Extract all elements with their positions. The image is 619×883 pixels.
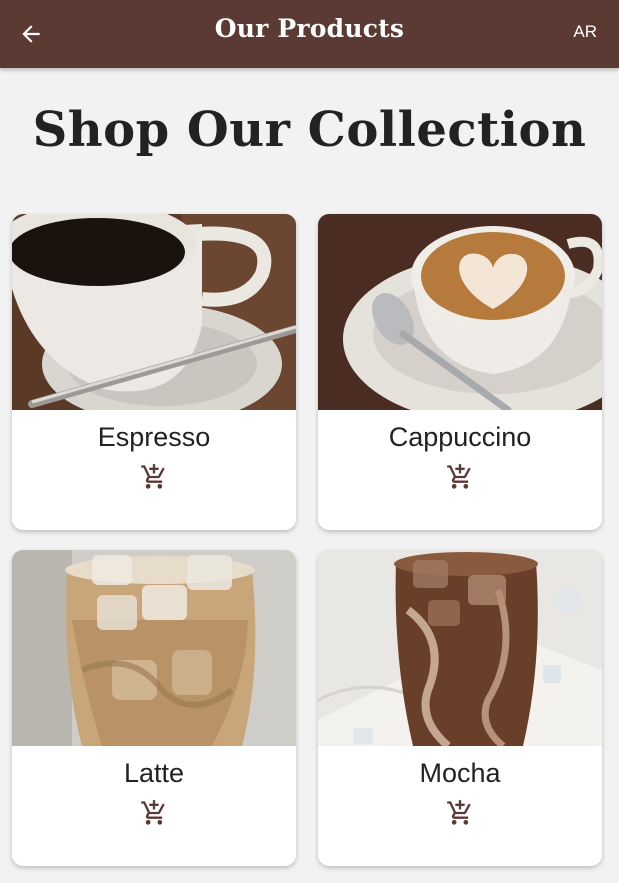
app-bar: Our Products AR bbox=[0, 0, 619, 68]
add-to-cart-button[interactable] bbox=[139, 798, 169, 828]
add-to-cart-button[interactable] bbox=[445, 462, 475, 492]
product-name: Espresso bbox=[97, 422, 211, 452]
app-bar-title: Our Products bbox=[214, 14, 405, 43]
espresso-photo bbox=[12, 214, 296, 410]
add-to-cart-button[interactable] bbox=[445, 798, 475, 828]
cappuccino-photo bbox=[318, 214, 602, 410]
product-name: Cappuccino bbox=[388, 422, 532, 452]
add-to-cart-button[interactable] bbox=[139, 462, 169, 492]
product-card-latte[interactable]: Latte bbox=[12, 550, 296, 866]
product-name: Latte bbox=[123, 758, 185, 788]
language-toggle-button[interactable]: AR bbox=[573, 22, 597, 42]
product-grid: Espresso Cappuccino Latte Mocha bbox=[12, 214, 602, 866]
add-shopping-cart-icon bbox=[447, 800, 471, 825]
iced-mocha-photo bbox=[318, 550, 602, 746]
product-name: Mocha bbox=[419, 758, 501, 788]
product-card-cappuccino[interactable]: Cappuccino bbox=[318, 214, 602, 530]
product-card-espresso[interactable]: Espresso bbox=[12, 214, 296, 530]
add-shopping-cart-icon bbox=[141, 464, 165, 489]
product-card-mocha[interactable]: Mocha bbox=[318, 550, 602, 866]
add-shopping-cart-icon bbox=[447, 464, 471, 489]
page-title: Shop Our Collection bbox=[32, 102, 587, 158]
iced-latte-photo bbox=[12, 550, 296, 746]
add-shopping-cart-icon bbox=[141, 800, 165, 825]
